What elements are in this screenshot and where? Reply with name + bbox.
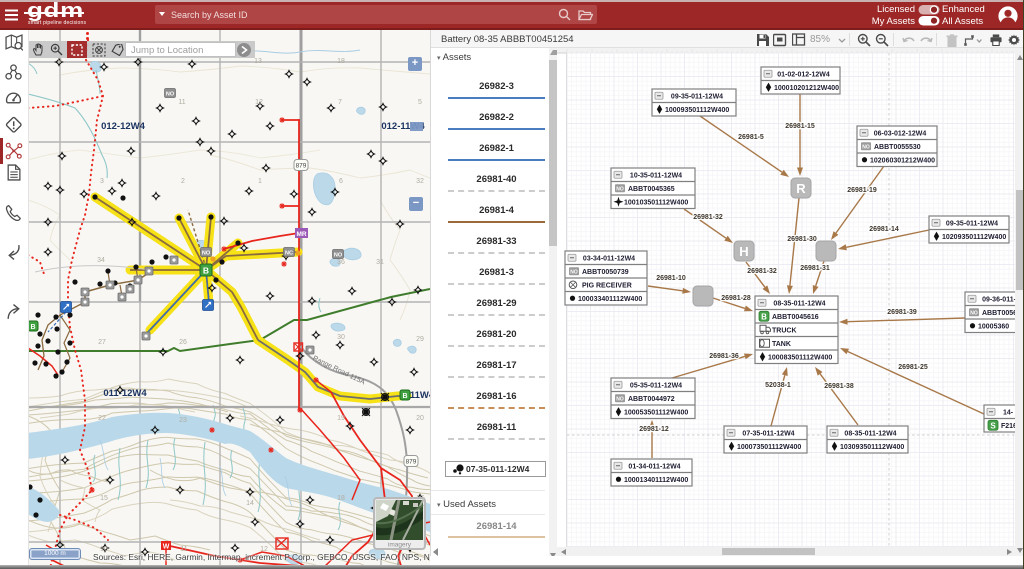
svg-text:26981-39: 26981-39 [887,309,917,316]
svg-text:11: 11 [178,99,185,106]
svg-text:NO: NO [202,251,211,257]
svg-text:102060301212W400: 102060301212W400 [870,157,935,164]
svg-text:5: 5 [418,99,422,106]
svg-text:102093501112W400: 102093501112W400 [942,234,1006,241]
svg-text:11W4: 11W4 [410,390,430,401]
svg-text:31: 31 [376,259,384,266]
svg-text:26981-38: 26981-38 [824,383,854,390]
svg-text:3: 3 [100,178,104,185]
svg-text:100010201212W400: 100010201212W400 [774,85,839,92]
svg-text:13: 13 [254,58,262,65]
svg-text:20: 20 [416,415,424,422]
svg-text:H: H [739,244,748,259]
svg-text:9: 9 [58,58,62,65]
svg-text:100013401112W400: 100013401112W400 [624,477,688,484]
svg-text:01-02-012-12W4: 01-02-012-12W4 [777,71,830,78]
svg-text:01-34-011-12W4: 01-34-011-12W4 [628,463,680,470]
svg-text:09-35-011-12W4: 09-35-011-12W4 [671,93,723,100]
svg-text:23: 23 [179,417,187,424]
svg-text:NO: NO [616,396,624,402]
svg-text:10005360: 10005360 [978,323,1009,330]
svg-text:26981-10: 26981-10 [656,275,686,282]
svg-text:10-35-011-12W4: 10-35-011-12W4 [630,172,682,179]
svg-text:26981-36: 26981-36 [709,353,739,360]
svg-text:011-12W4: 011-12W4 [103,388,147,399]
svg-text:09-35-011-12W4: 09-35-011-12W4 [946,220,998,227]
svg-text:S: S [990,421,996,430]
svg-text:B: B [761,312,767,321]
svg-text:NO: NO [862,144,870,150]
svg-text:14-: 14- [1003,409,1014,416]
svg-text:26981-14: 26981-14 [869,226,899,233]
svg-text:26981-30: 26981-30 [787,236,817,243]
svg-text:TANK: TANK [772,341,791,348]
svg-text:08-35-011-12W4: 08-35-011-12W4 [844,430,896,437]
svg-text:100073501112W400: 100073501112W400 [737,444,801,451]
svg-text:B: B [203,266,209,276]
svg-text:29: 29 [416,336,424,343]
svg-text:MR: MR [296,231,306,238]
svg-text:07-35-011-12W4: 07-35-011-12W4 [742,430,794,437]
svg-text:NO: NO [166,92,175,98]
svg-text:2: 2 [181,178,185,185]
svg-text:imagery: imagery [388,542,412,549]
svg-text:26981-19: 26981-19 [847,187,877,194]
svg-text:W: W [163,544,170,551]
svg-text:6: 6 [339,178,343,185]
svg-text:03-34-011-12W4: 03-34-011-12W4 [583,255,635,262]
svg-text:26981-5: 26981-5 [738,134,764,141]
svg-text:PIG RECEIVER: PIG RECEIVER [582,282,632,289]
svg-text:100103501112W400: 100103501112W400 [624,199,688,206]
svg-text:05-35-011-12W4: 05-35-011-12W4 [630,382,682,389]
svg-text:879: 879 [296,163,307,170]
svg-text:36: 36 [337,259,345,266]
svg-text:26981-32: 26981-32 [693,214,723,221]
svg-text:B: B [402,393,407,400]
svg-text:B: B [30,324,35,331]
svg-text:TRUCK: TRUCK [772,327,797,334]
svg-text:100083501112W400: 100083501112W400 [768,354,832,361]
svg-text:NC: NC [285,251,293,257]
svg-text:879: 879 [406,459,417,466]
svg-text:ABBT0050739: ABBT0050739 [582,269,629,276]
svg-text:ABBT0045365: ABBT0045365 [628,186,675,193]
svg-text:14: 14 [246,500,254,507]
svg-text:32: 32 [416,178,424,185]
svg-text:22: 22 [98,415,106,422]
svg-text:100093501112W400: 100093501112W400 [665,107,729,114]
svg-text:26: 26 [179,339,187,346]
svg-text:ABBT0055530: ABBT0055530 [874,144,921,151]
svg-text:NO: NO [616,186,624,192]
svg-text:26981-31: 26981-31 [800,265,830,272]
svg-text:100053501112W400: 100053501112W400 [624,409,688,416]
svg-text:ABBT0045616: ABBT0045616 [772,314,819,321]
svg-text:18: 18 [337,58,345,65]
svg-text:34: 34 [97,257,105,264]
svg-text:NO: NO [570,269,578,275]
svg-text:26981-25: 26981-25 [898,364,928,371]
svg-text:08-35-011-12W4: 08-35-011-12W4 [773,300,825,307]
svg-text:103093501112W400: 103093501112W400 [840,444,904,451]
svg-text:12: 12 [255,99,263,106]
svg-text:R: R [796,181,806,196]
svg-text:52038-1: 52038-1 [765,382,791,389]
svg-text:7: 7 [338,99,342,106]
svg-text:09-36-011-: 09-36-011- [982,296,1017,303]
svg-text:18: 18 [337,495,345,502]
svg-text:NO: NO [334,253,343,259]
svg-text:27: 27 [98,339,106,346]
svg-text:012-12W4: 012-12W4 [101,121,146,132]
svg-text:NO: NO [970,310,978,316]
svg-text:26981-32: 26981-32 [747,268,777,275]
svg-text:30: 30 [337,334,345,341]
svg-text:100033401112W400: 100033401112W400 [578,296,642,303]
svg-text:06-03-012-12W4: 06-03-012-12W4 [874,130,927,137]
svg-text:15: 15 [100,495,108,502]
svg-text:ABBT0044972: ABBT0044972 [628,396,675,403]
svg-text:26981-12: 26981-12 [639,426,669,433]
svg-text:19: 19 [337,415,345,422]
svg-text:1: 1 [258,178,262,185]
svg-text:26981-28: 26981-28 [721,295,751,302]
svg-text:26981-15: 26981-15 [785,123,815,130]
